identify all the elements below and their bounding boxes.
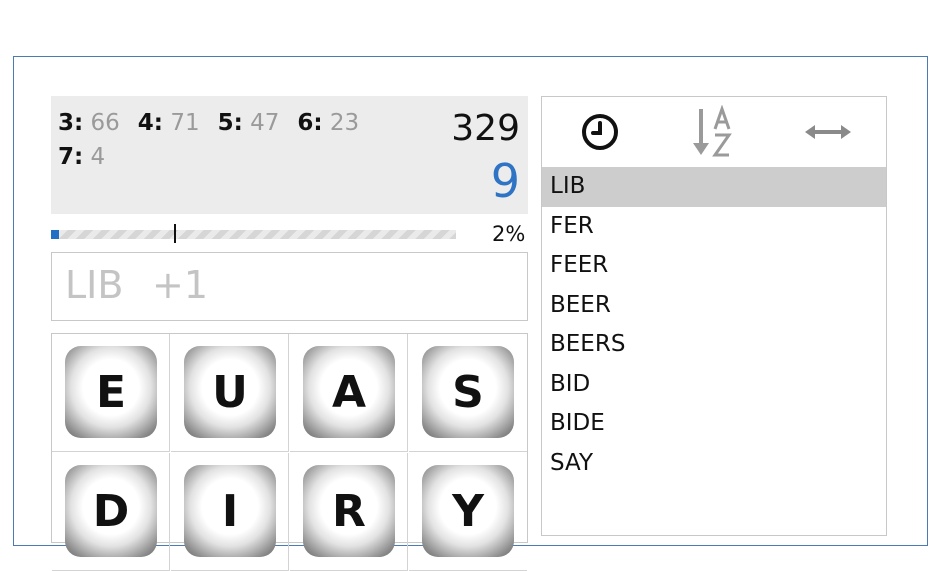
total-words: 329 [451,108,520,149]
grid-cell: S [409,334,527,452]
progress-marker [174,224,176,243]
expand-horizontal-icon [805,125,851,139]
letter-tile[interactable]: U [184,346,276,438]
letter-tile[interactable]: A [303,346,395,438]
letter-tile[interactable]: E [65,346,157,438]
stats-panel: 3: 66 4: 71 5: 47 6: 23 7: 4 329 9 [51,96,528,214]
grid-cell: A [290,334,408,452]
word-list-item[interactable]: BID [542,365,886,405]
found-word-list: LIB FER FEER BEER BEERS BID BIDE SAY [542,167,886,483]
letter-tile[interactable]: Y [422,465,514,557]
grid-cell: E [52,334,170,452]
clock-icon [582,114,618,150]
word-list-item[interactable]: FEER [542,246,886,286]
word-bonus: +1 [152,263,209,307]
letter-tile[interactable]: I [184,465,276,557]
grid-cell: I [171,453,289,571]
word-list-item[interactable]: BEERS [542,325,886,365]
sort-toolbar [542,97,886,167]
word-list-item[interactable]: BIDE [542,404,886,444]
length-count-3: 3: 66 [58,110,120,136]
sort-alphabetical-button[interactable] [664,97,764,167]
found-words: 9 [490,154,520,208]
current-word: LIB [65,263,124,307]
word-list-item[interactable]: FER [542,207,886,247]
length-counts: 3: 66 4: 71 5: 47 6: 23 7: 4 [58,106,377,174]
expand-list-button[interactable] [778,97,878,167]
letter-tile[interactable]: R [303,465,395,557]
word-list-panel: LIB FER FEER BEER BEERS BID BIDE SAY [541,96,887,536]
letter-tile[interactable]: D [65,465,157,557]
progress-bar [51,224,456,243]
letter-grid: E U A S D I R Y [51,333,528,571]
word-list-item[interactable]: BEER [542,286,886,326]
sort-by-time-button[interactable] [550,97,650,167]
progress-percent: 2% [492,222,526,246]
grid-cell: Y [409,453,527,571]
length-count-7: 7: 4 [58,144,106,170]
letter-tile[interactable]: S [422,346,514,438]
grid-cell: R [290,453,408,571]
sort-alpha-icon [693,105,732,157]
word-list-item[interactable]: SAY [542,444,886,484]
length-count-5: 5: 47 [217,110,280,136]
progress-fill [51,230,60,239]
grid-cell: U [171,334,289,452]
length-count-4: 4: 71 [137,110,200,136]
length-count-6: 6: 23 [297,110,360,136]
current-word-field[interactable]: LIB +1 [51,252,528,321]
grid-cell: D [52,453,170,571]
word-list-item[interactable]: LIB [542,167,886,207]
